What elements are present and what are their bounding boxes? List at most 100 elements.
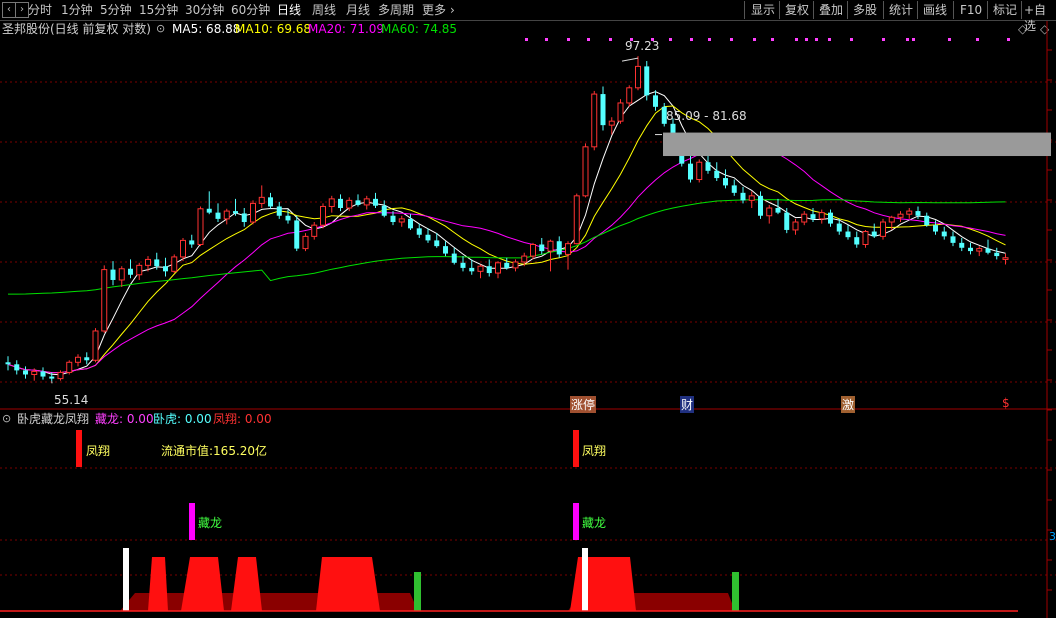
signal-fengxiang-label: 凤翔 [582,444,607,458]
candle-body [635,65,641,89]
candle-body [723,178,728,186]
candle-body [398,218,405,223]
candle-body [556,241,562,255]
candle-body [355,200,361,205]
candle-body [959,242,965,248]
axis-mark: 3 [1049,530,1056,543]
candle-body [241,213,247,223]
candle-body [810,214,816,219]
event-dot [690,38,693,41]
event-dot [1007,38,1010,41]
event-dot [587,38,590,41]
candle-body [688,163,693,180]
event-dot [815,38,818,41]
candle-body [136,264,143,276]
candle-body [311,224,318,237]
candle-body [40,371,46,377]
candle-body [276,206,282,216]
candle-body [784,212,790,230]
indicator-header: ⊙ 卧虎藏龙凤翔 藏龙: 0.00 卧虎: 0.00 凤翔: 0.00 [0,411,1056,427]
event-dot [948,38,951,41]
candle-body [644,66,650,96]
fengxiang-area [148,557,168,611]
candle-body [425,234,431,241]
candle-body [888,216,895,223]
candle-body [731,185,737,193]
candle-body [390,215,396,223]
candle-body [994,252,1000,257]
event-dot [906,38,909,41]
candle-body [758,195,763,216]
canglong-signal-bar [573,503,579,540]
canglong-signal-bar [189,503,195,540]
candle-body [801,213,808,223]
candle-body [443,246,448,254]
candle-body [862,231,869,245]
candle-body [573,195,580,245]
event-dot [525,38,528,41]
fengxiang-signal-bar [573,430,579,467]
candle-body [23,370,28,375]
fengxiang-area [231,557,262,611]
candle-body [206,208,212,213]
price-zone-box [663,132,1051,157]
ma20-line [7,140,1006,374]
fengxiang-area [316,557,380,611]
candle-body [968,247,973,252]
candle-body [57,371,64,380]
candle-body [163,266,168,272]
candle-body [49,376,55,379]
event-dot [753,38,756,41]
candle-body [600,94,606,126]
candle-body [189,240,195,245]
candle-body [976,248,983,252]
candle-body [871,231,877,237]
exit-signal-bar [732,572,739,611]
market-cap-label: 流通市值:165.20亿 [161,444,268,458]
event-dot [805,38,808,41]
candle-body [897,213,904,218]
candle-body [495,262,501,274]
candle-body [346,199,353,209]
candle-body [197,208,204,245]
fengxiang-area [570,557,636,611]
candle-body [268,197,273,207]
candle-body [748,195,755,201]
candle-body [617,102,624,122]
fengxiang-value: 凤翔: 0.00 [213,412,272,426]
candle-body [92,330,99,361]
dividend-tag[interactable]: $ [1002,396,1010,410]
event-dot [828,38,831,41]
candle-body [714,170,720,179]
candle-body [775,208,781,213]
candle-body [906,210,913,215]
candle-body [451,253,457,263]
candle-body [504,262,510,268]
event-dot [795,38,798,41]
candle-body [5,362,11,365]
collapse-icon[interactable]: ⊙ [2,411,11,427]
low-price-label: 55.14 [54,393,89,407]
candle-body [233,211,238,214]
candle-body [434,240,440,247]
candle-body [845,231,851,238]
event-dot [912,38,915,41]
candle-body [521,255,528,263]
candle-body [933,225,938,232]
event-dot [882,38,885,41]
candle-body [66,361,73,373]
high-price-label: 97.23 [625,39,660,53]
candle-body [302,235,309,250]
candle-body [294,220,300,249]
candle-body [941,231,947,237]
candle-body [696,161,703,181]
candle-body [381,205,387,216]
candle-body [469,267,475,272]
indicator-title: 卧虎藏龙凤翔 [17,412,90,426]
candle-body [285,215,291,221]
candle-body [740,192,746,201]
fengxiang-signal-bar [76,430,82,467]
event-dot [545,38,548,41]
candle-body [101,269,108,332]
candle-body [880,221,886,237]
